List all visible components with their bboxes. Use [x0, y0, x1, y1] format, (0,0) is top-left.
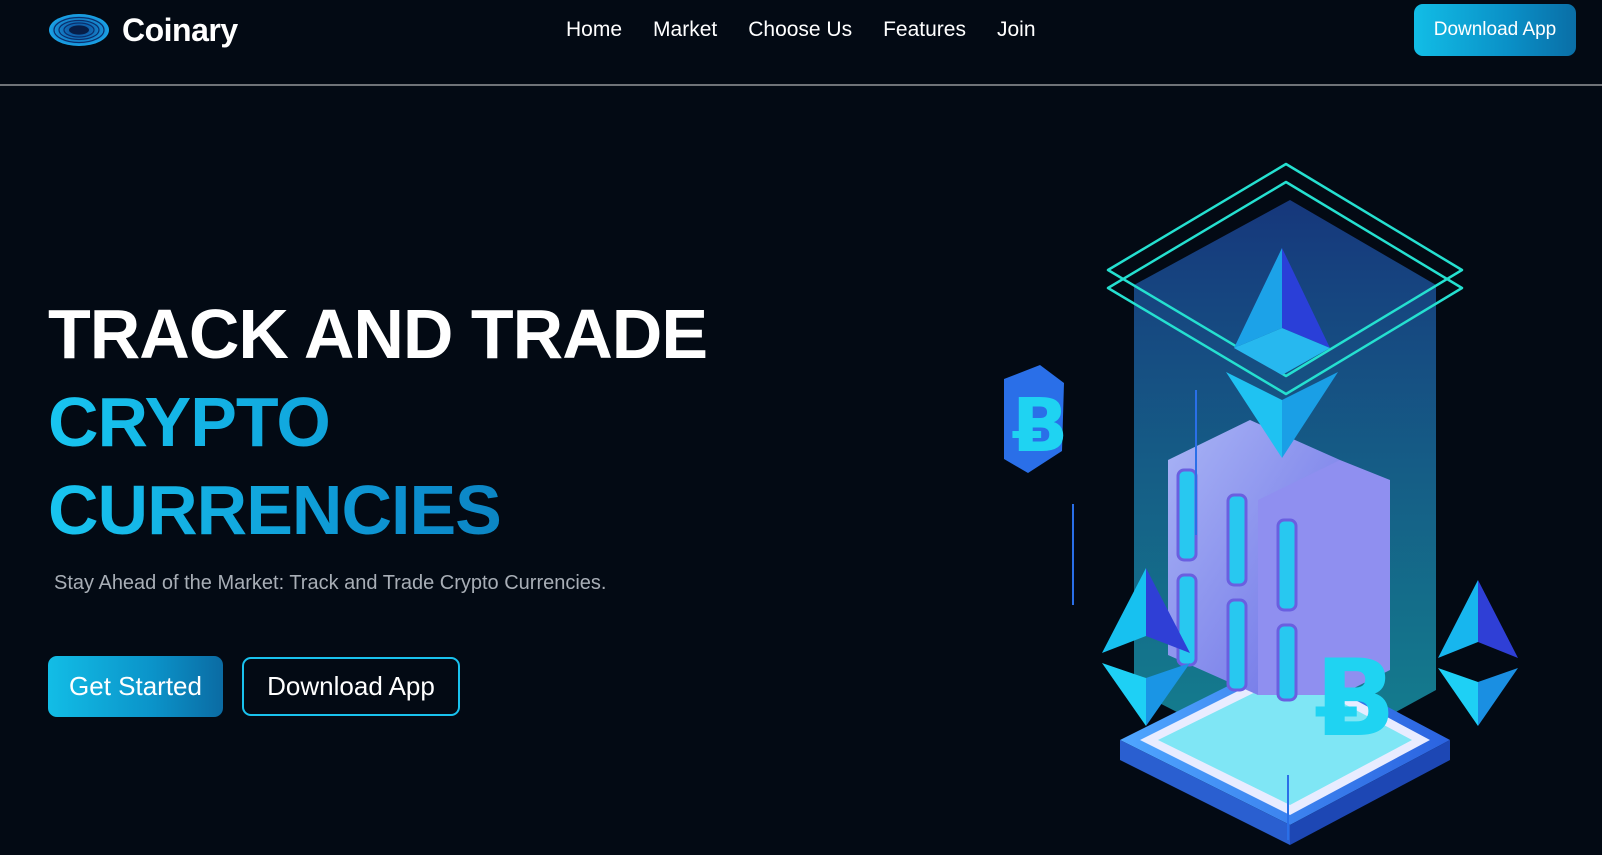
get-started-button[interactable]: Get Started — [48, 656, 223, 717]
nav-link-choose-us[interactable]: Choose Us — [748, 16, 852, 44]
hero-title-line-1: TRACK AND TRADE — [48, 295, 708, 373]
top-navbar: Coinary Home Market Choose Us Features J… — [0, 0, 1602, 86]
download-app-nav-button[interactable]: Download App — [1414, 4, 1576, 56]
bitcoin-icon: Ƀ — [1004, 365, 1068, 473]
crypto-server-illustration: Ƀ Ƀ — [1004, 162, 1518, 845]
hero-title-line-2: CRYPTO — [48, 378, 707, 466]
eye-ring-logo-icon — [49, 14, 109, 46]
hero-subtitle: Stay Ahead of the Market: Track and Trad… — [54, 572, 607, 594]
hero-title: TRACK AND TRADE CRYPTO CURRENCIES — [48, 290, 708, 554]
main-nav: Home Market Choose Us Features Join — [566, 16, 1067, 44]
download-app-hero-button[interactable]: Download App — [242, 657, 460, 716]
nav-link-home[interactable]: Home — [566, 16, 622, 44]
nav-link-market[interactable]: Market — [653, 16, 717, 44]
ethereum-icon — [1438, 580, 1518, 726]
bitcoin-icon: Ƀ — [1315, 637, 1396, 760]
brand-logo[interactable]: Coinary — [48, 10, 238, 50]
nav-link-features[interactable]: Features — [883, 16, 966, 44]
nav-link-join[interactable]: Join — [997, 16, 1036, 44]
svg-text:Ƀ: Ƀ — [1012, 383, 1068, 469]
hero-title-line-3: CURRENCIES — [48, 466, 707, 554]
brand-name: Coinary — [122, 11, 238, 48]
svg-text:Ƀ: Ƀ — [1315, 637, 1396, 760]
